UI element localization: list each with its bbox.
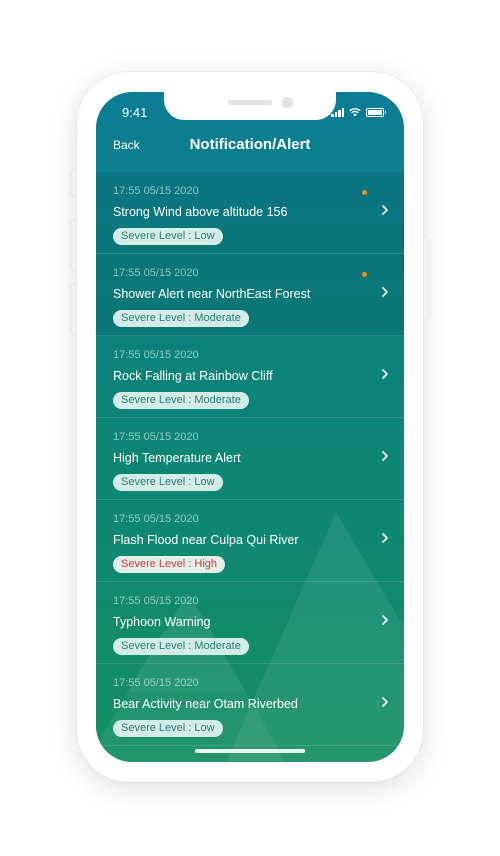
notification-item[interactable]: 17:55 05/15 2020 Shower Alert near NorthE… <box>96 254 404 336</box>
notification-timestamp: 17:55 05/15 2020 <box>113 513 199 525</box>
home-indicator[interactable] <box>195 749 305 753</box>
notification-timestamp: 17:55 05/15 2020 <box>113 595 199 607</box>
front-camera <box>282 97 293 108</box>
notification-title: Flash Flood near Culpa Qui River <box>113 533 299 547</box>
status-time: 9:41 <box>122 105 148 120</box>
severity-badge: Severe Level : Low <box>113 228 223 245</box>
battery-icon <box>366 107 386 117</box>
severity-badge: Severe Level : Moderate <box>113 310 249 327</box>
wifi-icon <box>349 108 361 117</box>
notification-timestamp: 17:55 05/15 2020 <box>113 349 199 361</box>
chevron-right-icon <box>382 533 388 543</box>
notification-list: 17:55 05/15 2020 Strong Wind above altitu… <box>96 172 404 746</box>
notification-item[interactable]: 17:55 05/15 2020 Strong Wind above altitu… <box>96 172 404 254</box>
notification-title: Rock Falling at Rainbow Cliff <box>113 369 273 383</box>
notification-timestamp: 17:55 05/15 2020 <box>113 267 199 279</box>
notification-item[interactable]: 17:55 05/15 2020 High Temperature Alert Se… <box>96 418 404 500</box>
notification-item[interactable]: 17:55 05/15 2020 Typhoon Warning Severe Le… <box>96 582 404 664</box>
page-title: Notification/Alert <box>189 136 311 153</box>
chevron-right-icon <box>382 287 388 297</box>
unread-dot-icon <box>362 272 367 277</box>
notification-title: Strong Wind above altitude 156 <box>113 205 288 219</box>
chevron-right-icon <box>382 205 388 215</box>
severity-badge: Severe Level : Low <box>113 474 223 491</box>
severity-badge: Severe Level : Moderate <box>113 638 249 655</box>
chevron-right-icon <box>382 615 388 625</box>
notification-title: Typhoon Warning <box>113 615 211 629</box>
notification-timestamp: 17:55 05/15 2020 <box>113 431 199 443</box>
status-icons <box>331 107 386 117</box>
severity-badge: Severe Level : Moderate <box>113 392 249 409</box>
chevron-right-icon <box>382 369 388 379</box>
severity-badge: Severe Level : Low <box>113 720 223 737</box>
phone-screen: 9:41 Back Notification/Alert 17:55 05/15… <box>96 92 404 762</box>
notification-title: Shower Alert near NorthEast Forest <box>113 287 311 301</box>
unread-dot-icon <box>362 190 367 195</box>
speaker-grille <box>228 100 272 105</box>
notification-item[interactable]: 17:55 05/15 2020 Flash Flood near Culpa Q… <box>96 500 404 582</box>
notification-item[interactable]: 17:55 05/15 2020 Bear Activity near Otam … <box>96 664 404 746</box>
severity-badge: Severe Level : High <box>113 556 225 573</box>
notification-title: Bear Activity near Otam Riverbed <box>113 697 298 711</box>
notification-timestamp: 17:55 05/15 2020 <box>113 185 199 197</box>
notification-timestamp: 17:55 05/15 2020 <box>113 677 199 689</box>
chevron-right-icon <box>382 451 388 461</box>
notification-item[interactable]: 17:55 05/15 2020 Rock Falling at Rainbow … <box>96 336 404 418</box>
notification-title: High Temperature Alert <box>113 451 241 465</box>
chevron-right-icon <box>382 697 388 707</box>
notch <box>164 92 336 120</box>
nav-header: Back Notification/Alert <box>96 132 404 168</box>
